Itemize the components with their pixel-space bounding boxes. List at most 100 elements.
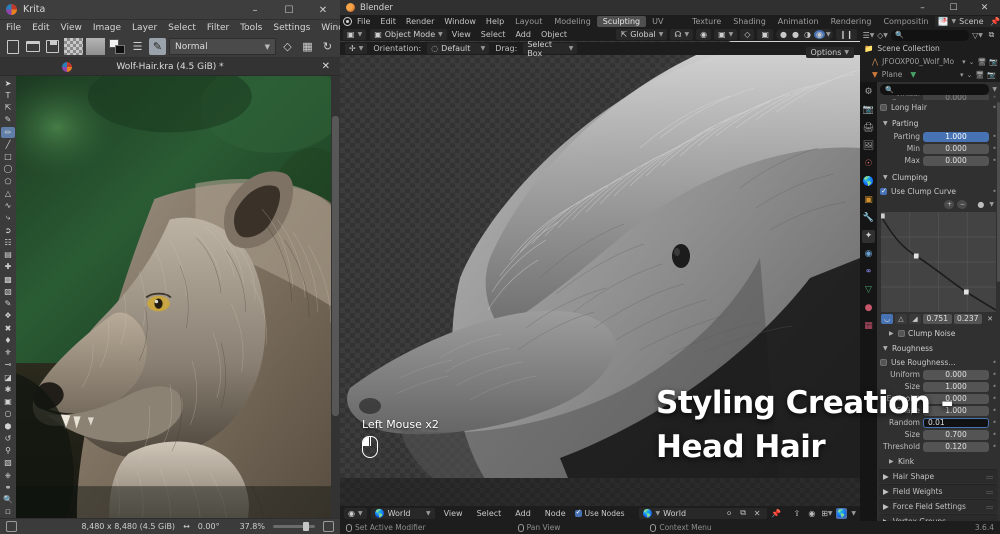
krita-menu-settings[interactable]: Settings: [273, 23, 310, 33]
zoom-in-icon[interactable]: +: [944, 200, 955, 209]
new-world-icon[interactable]: ⧉: [738, 508, 749, 519]
scene-selector[interactable]: 🌁 ▼ Scene 📌 ⧉ ✕: [934, 16, 1000, 27]
krita-vertical-scrollbar[interactable]: [331, 76, 340, 518]
disable-in-viewport-icon[interactable]: 🖥: [977, 58, 986, 66]
workspace-tab-modeling[interactable]: Modeling: [548, 16, 596, 27]
krita-close-button[interactable]: ✕: [306, 0, 340, 20]
xray-icon[interactable]: ▣: [757, 29, 773, 40]
krita-menu-file[interactable]: File: [6, 23, 21, 33]
constraints-icon[interactable]: ⚭: [862, 266, 875, 279]
snap-node-icon[interactable]: ⇪: [791, 508, 802, 519]
shader-editor-icon[interactable]: ◉ ▼: [344, 507, 367, 519]
use-nodes-toggle[interactable]: Use Nodes: [574, 508, 625, 518]
hide-icon[interactable]: ⌄: [967, 71, 973, 79]
solid-icon[interactable]: ●: [790, 30, 801, 39]
overlays-icon[interactable]: ◇: [740, 29, 755, 40]
hide-in-viewport-icon[interactable]: ▾: [960, 71, 964, 79]
use-roughness-curve-row[interactable]: Use Roughness... •: [880, 357, 997, 368]
crop-icon[interactable]: ▤: [1, 250, 15, 261]
transform-box-icon[interactable]: ▩: [1, 274, 15, 285]
checker-swatch-icon[interactable]: [64, 38, 83, 55]
render-icon[interactable]: 📷: [862, 104, 875, 117]
view-layer-icon[interactable]: 🖼: [862, 140, 875, 153]
enclose-fill-icon[interactable]: ⚜: [1, 348, 15, 359]
delete-curve-point-icon[interactable]: ✕: [984, 314, 996, 324]
physics-icon[interactable]: ◉: [862, 248, 875, 261]
krita-document-tab[interactable]: Wolf-Hair.kra (4.5 GiB) * ✕: [0, 58, 340, 76]
object-mode-dropdown[interactable]: ▣ Object Mode ▼: [370, 29, 447, 40]
properties-search-input[interactable]: 🔍: [880, 84, 990, 95]
transform-orientation-dropdown[interactable]: ⇱ Global ▼: [616, 29, 668, 40]
measure-icon[interactable]: ⊸: [1, 360, 15, 371]
smart-patch-icon[interactable]: ✖: [1, 323, 15, 334]
material-icon[interactable]: ●: [862, 302, 875, 315]
roughness-uniform-field[interactable]: 0.000: [923, 369, 989, 380]
curve-point-x-field[interactable]: 0.751: [923, 313, 952, 324]
node-menu-view[interactable]: View: [439, 508, 468, 519]
rendered-icon[interactable]: ◉: [813, 30, 825, 39]
handle-align-icon[interactable]: ◢: [909, 313, 921, 324]
parting-value-field[interactable]: 1.000: [923, 131, 989, 142]
blender-close-button[interactable]: ✕: [969, 0, 1000, 15]
node-menu-node[interactable]: Node: [540, 508, 571, 519]
freehand-select-icon[interactable]: ↺: [1, 433, 15, 444]
checker-pattern-icon[interactable]: ▦: [299, 38, 316, 55]
scrollbar-thumb[interactable]: [332, 116, 339, 416]
zoom-slider[interactable]: [273, 522, 315, 531]
long-hair-checkbox[interactable]: [880, 104, 887, 111]
workspace-tab-rendering[interactable]: Rendering: [825, 16, 878, 27]
krita-menu-edit[interactable]: Edit: [32, 23, 49, 33]
shader-type-dropdown[interactable]: 🌎 World ▼: [370, 507, 435, 519]
outliner-display-mode-icon[interactable]: ☰ ▼: [863, 30, 875, 41]
disable-in-render-icon[interactable]: 📷: [989, 58, 998, 66]
panel-hair-shape[interactable]: ▶ Hair Shape: [879, 469, 998, 483]
handle-vector-icon[interactable]: △: [895, 313, 907, 324]
polyline-icon[interactable]: △: [1, 188, 15, 199]
curve-point-y-field[interactable]: 0.237: [953, 313, 982, 324]
roughness-panel-header[interactable]: ▼ Roughness: [877, 342, 1000, 355]
data-icon[interactable]: ▽: [862, 284, 875, 297]
snap-magnet-icon[interactable]: ☊ ▼: [670, 29, 694, 40]
viewport-menu-select[interactable]: Select: [476, 29, 511, 40]
hide-in-viewport-icon[interactable]: ▾: [962, 58, 966, 66]
brush-presets-icon[interactable]: ☰: [129, 38, 146, 55]
roughness-uniform-row[interactable]: Uniform 0.000 •: [880, 369, 997, 380]
workspace-tab-shading[interactable]: Shading: [727, 16, 772, 27]
zoom-out-icon[interactable]: −: [957, 200, 968, 209]
outliner[interactable]: ☰ ▼ ◇ ▼ 🔍 ▽ ▼ ⧉ 📁 Scene Collection ⋀ JFOOXP…: [860, 28, 1000, 82]
menu-render[interactable]: Render: [401, 16, 439, 27]
pin-icon[interactable]: 📌: [771, 508, 782, 519]
workspace-tab-sculpting[interactable]: Sculpting: [596, 16, 647, 27]
reference-images-icon[interactable]: ◪: [1, 372, 15, 383]
texture-icon[interactable]: ▦: [862, 320, 875, 333]
pause-render-icon[interactable]: ❙❙: [835, 29, 857, 40]
wireframe-icon[interactable]: ●: [778, 30, 789, 39]
world-icon[interactable]: 🌎: [862, 176, 875, 189]
use-roughness-curve-checkbox[interactable]: [880, 359, 887, 366]
calligraphy-icon[interactable]: ✎: [1, 115, 15, 126]
pin-icon[interactable]: 📌: [990, 16, 1000, 27]
freehand-path-icon[interactable]: ⤷: [1, 213, 15, 224]
workspace-tab-compositing[interactable]: Compositin: [877, 16, 934, 27]
curve-presets-chevron-icon[interactable]: ▼: [989, 201, 994, 208]
blender-maximize-button[interactable]: ☐: [938, 0, 969, 15]
menu-window[interactable]: Window: [439, 16, 481, 27]
zoom-icon[interactable]: 🔍: [1, 495, 15, 506]
hide-icon[interactable]: ⌄: [969, 58, 975, 66]
krita-menu-tools[interactable]: Tools: [240, 23, 262, 33]
gradient-swatch-icon[interactable]: [86, 38, 105, 55]
viewport-menu-view[interactable]: View: [447, 29, 476, 40]
krita-menu-image[interactable]: Image: [93, 23, 121, 33]
disable-in-viewport-icon[interactable]: 🖥: [975, 71, 984, 79]
object-icon[interactable]: ▣: [862, 194, 875, 207]
use-clump-curve-row[interactable]: Use Clump Curve •: [880, 186, 997, 197]
reload-icon[interactable]: ↻: [319, 38, 336, 55]
blender-menu-icon[interactable]: [343, 16, 352, 27]
pan-icon[interactable]: ◽: [1, 507, 15, 518]
virtual-parents-field[interactable]: 0.000: [923, 95, 989, 100]
outliner-row-wolf-model[interactable]: ⋀ JFOOXP00_Wolf_Mo ▾ ⌄ 🖥 📷: [860, 55, 1000, 68]
new-document-icon[interactable]: [4, 38, 21, 55]
clump-curve-widget[interactable]: [881, 212, 996, 312]
outliner-search-input[interactable]: 🔍: [891, 29, 969, 41]
parting-max-field[interactable]: 0.000: [923, 155, 989, 166]
